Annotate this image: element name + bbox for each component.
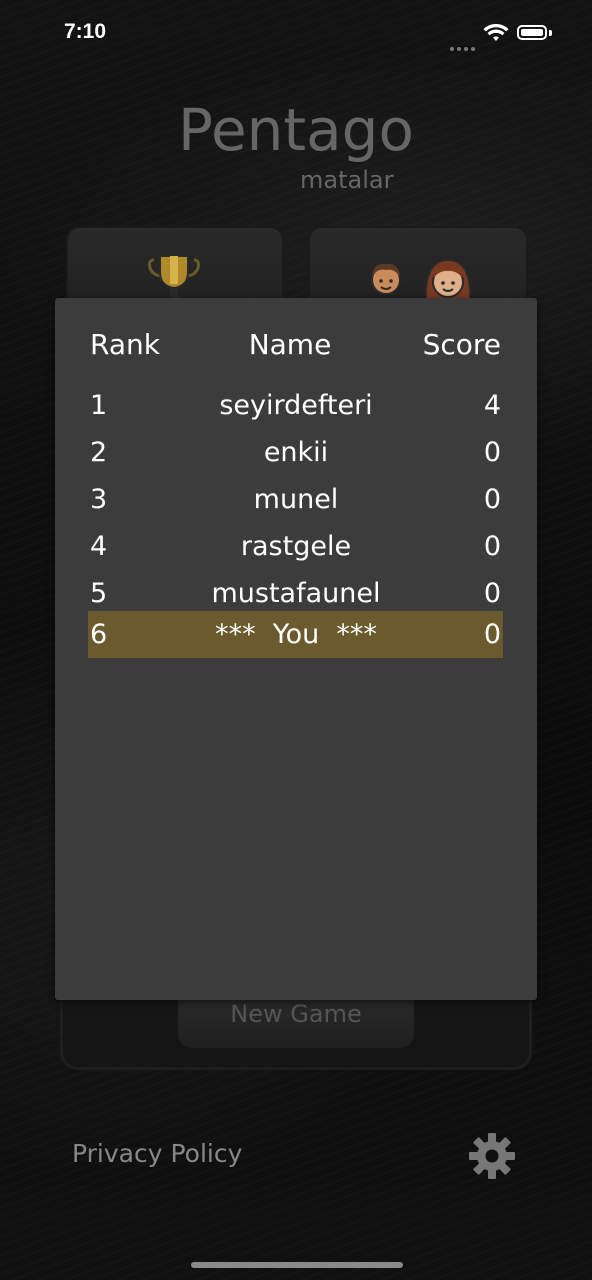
table-row-current-user: 6 *** You *** 0 bbox=[0, 611, 592, 658]
status-bar: 7:10 bbox=[0, 0, 592, 66]
row-rank: 1 bbox=[90, 390, 108, 421]
row-score: 0 bbox=[483, 619, 501, 650]
row-rank: 6 bbox=[90, 619, 108, 650]
header-score: Score bbox=[422, 328, 501, 361]
row-score: 0 bbox=[483, 531, 501, 562]
gear-icon[interactable] bbox=[467, 1131, 517, 1185]
home-indicator[interactable] bbox=[191, 1262, 403, 1268]
privacy-policy-link[interactable]: Privacy Policy bbox=[72, 1139, 242, 1168]
row-name: seyirdefteri bbox=[219, 390, 373, 421]
table-row: 3 munel 0 bbox=[0, 476, 592, 523]
row-rank: 2 bbox=[90, 437, 108, 468]
row-name: enkii bbox=[263, 437, 329, 468]
row-name: *** You *** bbox=[215, 619, 377, 650]
app-subtitle: matalar bbox=[300, 166, 394, 194]
row-name: mustafaunel bbox=[211, 578, 381, 609]
trophy-icon bbox=[146, 254, 202, 302]
row-rank: 5 bbox=[90, 578, 108, 609]
status-time: 7:10 bbox=[64, 20, 107, 43]
app-title: Pentago bbox=[178, 96, 414, 164]
signal-dots-icon bbox=[450, 36, 478, 55]
row-name: munel bbox=[253, 484, 339, 515]
header-name: Name bbox=[248, 328, 332, 361]
table-row: 5 mustafaunel 0 bbox=[0, 570, 592, 617]
row-rank: 4 bbox=[90, 531, 108, 562]
leaderboard-header: Rank Name Score bbox=[0, 328, 592, 368]
wifi-icon bbox=[483, 23, 509, 47]
battery-tip bbox=[549, 30, 552, 36]
row-rank: 3 bbox=[90, 484, 108, 515]
table-row: 1 seyirdefteri 4 bbox=[0, 382, 592, 429]
row-score: 4 bbox=[483, 390, 501, 421]
header-rank: Rank bbox=[90, 328, 160, 361]
row-score: 0 bbox=[483, 484, 501, 515]
table-row: 4 rastgele 0 bbox=[0, 523, 592, 570]
battery-icon bbox=[517, 25, 547, 40]
row-name: rastgele bbox=[240, 531, 352, 562]
table-row: 2 enkii 0 bbox=[0, 429, 592, 476]
row-score: 0 bbox=[483, 578, 501, 609]
row-score: 0 bbox=[483, 437, 501, 468]
